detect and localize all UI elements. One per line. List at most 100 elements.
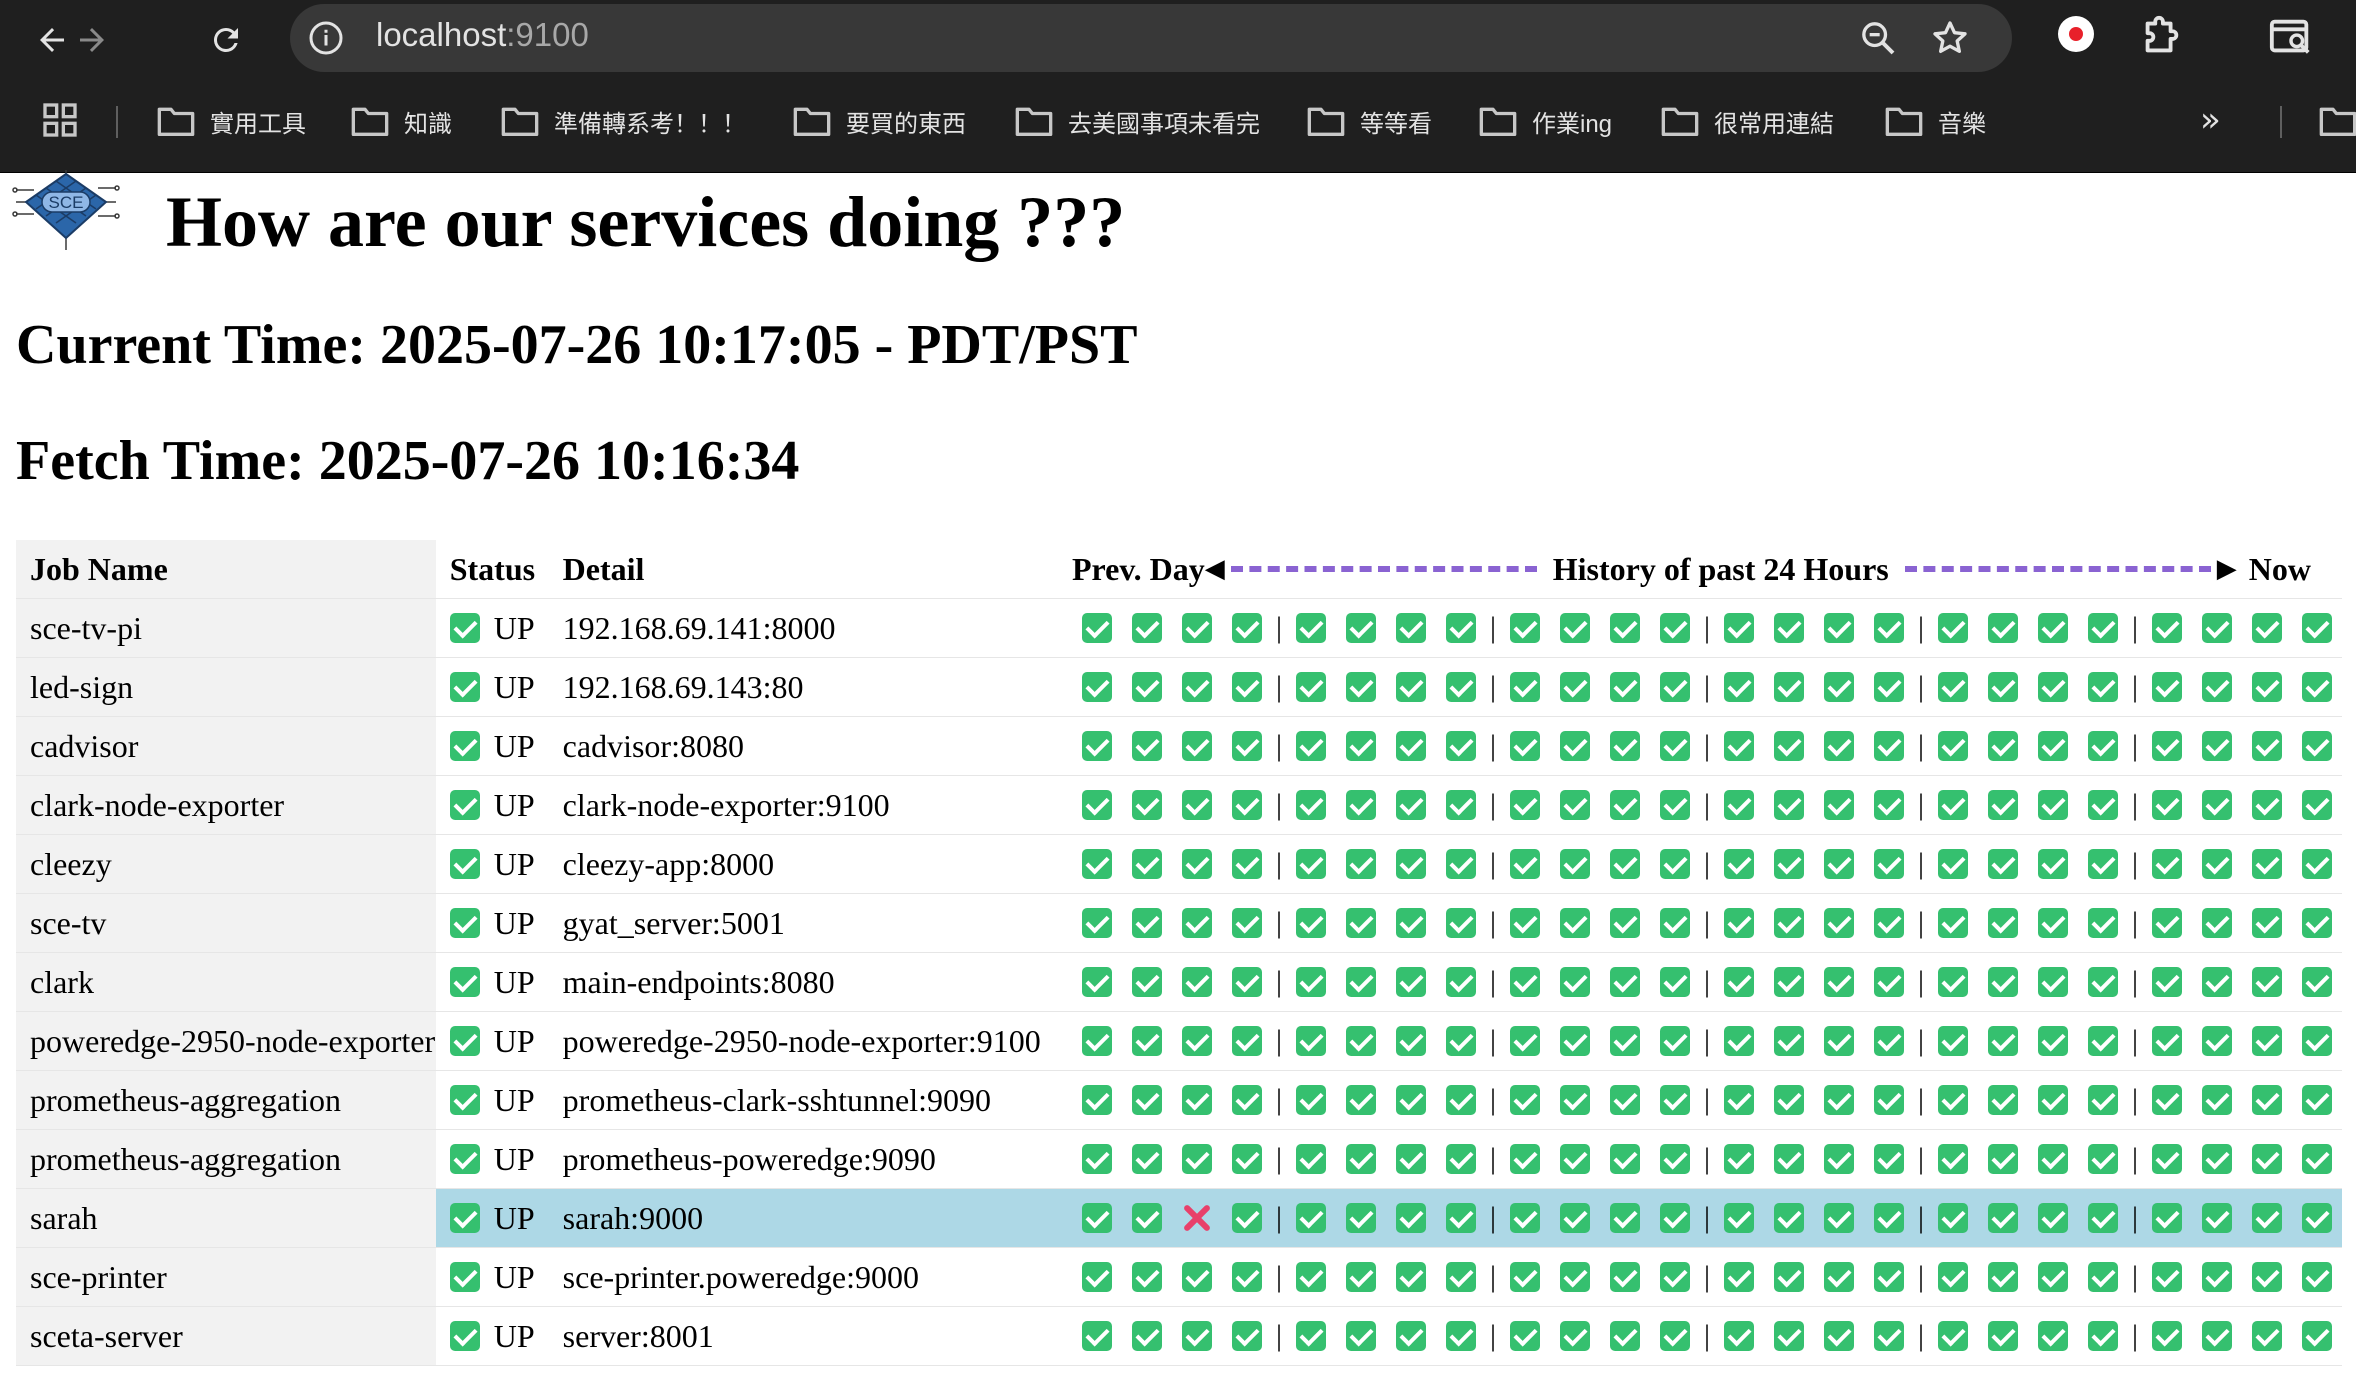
zoom-icon[interactable] (1858, 18, 1898, 58)
check-icon (2152, 849, 2182, 879)
extensions-puzzle-icon[interactable] (2138, 14, 2184, 60)
history-hour-slot (1500, 672, 1550, 702)
history-group-separator: | (1489, 788, 1496, 821)
cross-icon (1182, 1203, 1212, 1233)
check-icon (1510, 1203, 1540, 1233)
status-text: UP (493, 1258, 535, 1295)
all-bookmarks-folder-icon[interactable] (2318, 104, 2356, 138)
history-hour-slot (2192, 1203, 2242, 1233)
check-icon (1560, 967, 1590, 997)
history-hour-slot (2078, 672, 2128, 702)
status-text: UP (493, 845, 535, 882)
history-hour-slot (2142, 1144, 2192, 1174)
check-icon (2152, 1144, 2182, 1174)
check-icon (1560, 731, 1590, 761)
history-group-separator: | (1703, 1319, 1710, 1352)
history-hour-slot (2028, 1144, 2078, 1174)
history-hour-slot (1500, 1085, 1550, 1115)
bookmark-folder[interactable]: 去美國事項未看完 (1014, 96, 1260, 146)
history-hour-slot (1714, 1262, 1764, 1292)
check-icon (2252, 1144, 2282, 1174)
bookmark-folder[interactable]: 很常用連結 (1660, 96, 1834, 146)
history-hour-slot (1600, 613, 1650, 643)
header-detail: Detail (548, 540, 1042, 599)
history-hour-slot (2028, 672, 2078, 702)
history-hour-slot (1436, 731, 1486, 761)
history-cell: | | | | | (1042, 598, 2342, 658)
bookmark-folder[interactable]: 等等看 (1306, 96, 1432, 146)
history-group-separator: | (1275, 788, 1282, 821)
url-text[interactable]: localhost:9100 (376, 16, 589, 54)
check-icon (1824, 672, 1854, 702)
bookmark-star-icon[interactable] (1930, 18, 1970, 58)
check-icon (1938, 731, 1968, 761)
check-icon (1132, 849, 1162, 879)
history-hour-slot (2292, 908, 2342, 938)
bookmark-folder[interactable]: 要買的東西 (792, 96, 966, 146)
history-hour-slot (1814, 672, 1864, 702)
check-icon (1724, 672, 1754, 702)
bookmark-folder[interactable]: 知識 (350, 96, 452, 146)
forward-button[interactable] (62, 10, 122, 70)
history-group-separator: | (1275, 670, 1282, 703)
check-icon (2038, 613, 2068, 643)
history-hour-slot (1814, 1321, 1864, 1351)
fetch-time: Fetch Time: 2025-07-26 10:16:34 (16, 430, 800, 492)
check-icon (1874, 1203, 1904, 1233)
check-icon (449, 613, 480, 643)
check-icon (1346, 790, 1376, 820)
bookmark-folder[interactable]: 作業ing (1478, 96, 1612, 146)
check-icon (1560, 908, 1590, 938)
apps-grid-icon[interactable] (40, 100, 80, 140)
history-hour-slot (1072, 1026, 1122, 1056)
check-icon (2202, 613, 2232, 643)
job-name-cell: sarah (16, 1188, 436, 1248)
history-hour-slot (1500, 908, 1550, 938)
folder-icon (1885, 107, 1923, 136)
history-hour-slot (1122, 613, 1172, 643)
history-group-separator: | (1703, 788, 1710, 821)
table-row: sce-tv UP gyat_server:5001 | | | | | (16, 893, 2342, 953)
check-icon (1774, 967, 1804, 997)
history-hour-slot (2242, 908, 2292, 938)
bookmark-folder[interactable]: 準備轉系考！！！ (500, 96, 746, 146)
history-hour-slot (2028, 908, 2078, 938)
check-icon (1938, 967, 1968, 997)
check-icon (1824, 613, 1854, 643)
check-icon (1296, 790, 1326, 820)
history-hour-slot (1286, 1144, 1336, 1174)
history-group-separator: | (2131, 1024, 2138, 1057)
bookmark-folder[interactable]: 音樂 (1884, 96, 1986, 146)
check-icon (1774, 1085, 1804, 1115)
check-icon (1824, 1026, 1854, 1056)
reload-button[interactable] (196, 10, 256, 70)
side-panel-search-icon[interactable] (2268, 14, 2314, 60)
history-hour-slot (1072, 1262, 1122, 1292)
history-hour-slot (2078, 1203, 2128, 1233)
table-header-row: Job Name Status Detail Prev. Day ◀ Histo… (16, 540, 2342, 599)
check-icon (1182, 908, 1212, 938)
history-hour-slot (1864, 613, 1914, 643)
check-icon (1182, 1085, 1212, 1115)
bookmarks-overflow-button[interactable]: » (2200, 100, 2244, 140)
check-icon (1396, 1262, 1426, 1292)
check-icon (1724, 613, 1754, 643)
info-icon[interactable] (308, 20, 344, 56)
address-bar[interactable]: localhost:9100 (290, 4, 2012, 72)
check-icon (1560, 849, 1590, 879)
check-icon (1774, 731, 1804, 761)
check-icon (1182, 1144, 1212, 1174)
table-row: led-sign UP 192.168.69.143:80 | | | | | (16, 657, 2342, 717)
history-hour-slot (1172, 790, 1222, 820)
bookmark-folder[interactable]: 實用工具 (156, 96, 306, 146)
check-icon (1132, 1321, 1162, 1351)
history-hour-slot (1172, 1262, 1222, 1292)
history-group-separator: | (1703, 670, 1710, 703)
check-icon (1510, 849, 1540, 879)
history-hour-slot (1814, 967, 1864, 997)
history-hour-slot (2242, 731, 2292, 761)
history-hour-slot (1336, 731, 1386, 761)
history-group-separator: | (2131, 788, 2138, 821)
history-hour-slot (2292, 1144, 2342, 1174)
record-extension-icon[interactable] (2058, 16, 2094, 52)
